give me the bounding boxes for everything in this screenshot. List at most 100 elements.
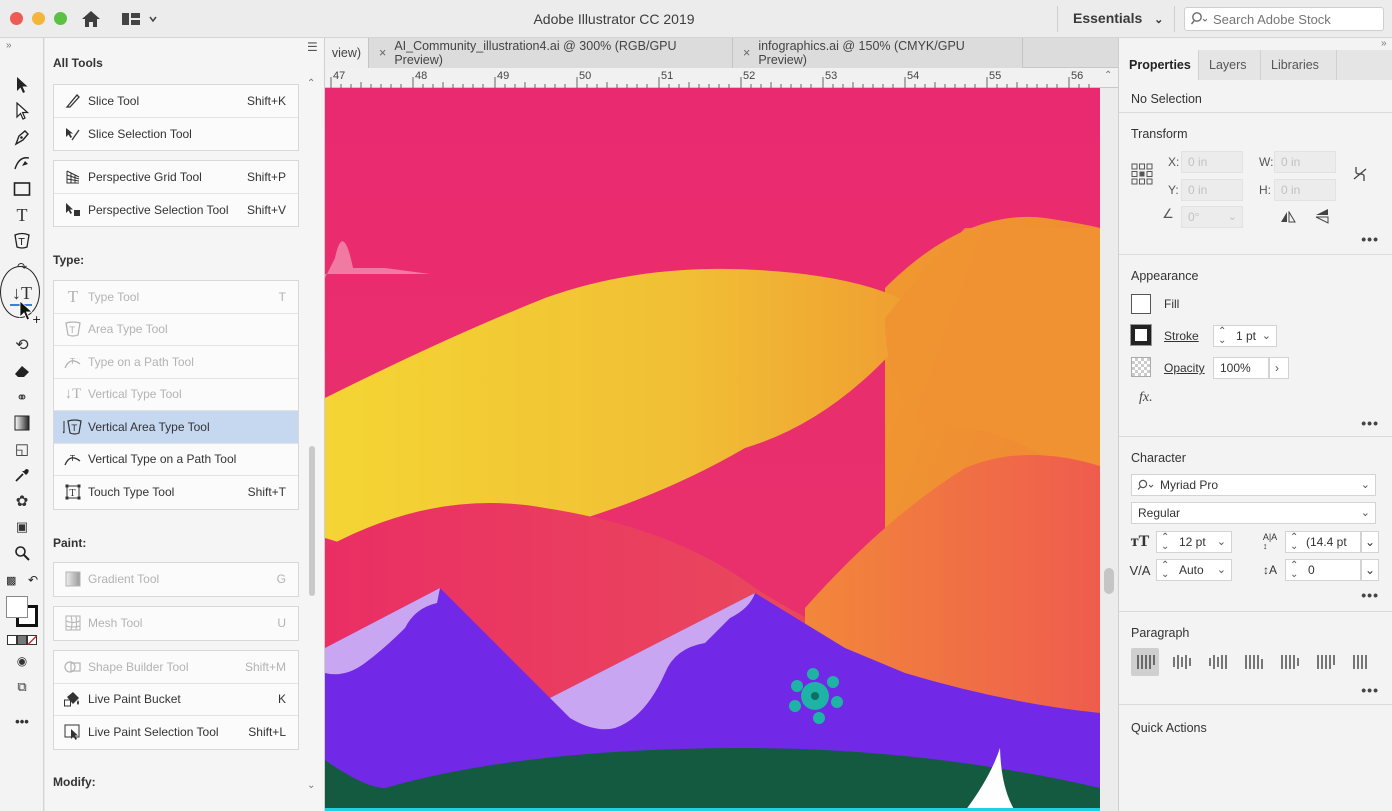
chevron-down-icon[interactable]: ⌄ xyxy=(1361,531,1379,553)
tool-row[interactable]: Slice Selection Tool xyxy=(54,118,298,151)
collapse-panel-icon[interactable]: » xyxy=(6,40,12,51)
pen-tool-icon[interactable] xyxy=(10,126,34,148)
zoom-tool-icon[interactable] xyxy=(10,542,34,564)
curvature-tool-icon[interactable] xyxy=(10,152,34,174)
w-field[interactable]: 0 in xyxy=(1274,151,1336,173)
tool-row[interactable]: Live Paint Selection Tool Shift+L xyxy=(54,716,298,749)
more-options-icon[interactable]: ••• xyxy=(1361,231,1379,247)
leading-field[interactable]: ⌃ ⌄ (14.4 pt xyxy=(1285,531,1361,553)
tool-row[interactable]: Slice Tool Shift+K xyxy=(54,85,298,118)
tool-row[interactable]: Perspective Selection Tool Shift+V xyxy=(54,194,298,227)
opacity-field[interactable]: 100% xyxy=(1213,357,1269,379)
close-tab-icon[interactable]: × xyxy=(379,46,386,60)
close-tab-icon[interactable]: × xyxy=(743,46,750,60)
tool-row[interactable]: T Area Type Tool xyxy=(54,314,298,346)
eyedropper-tool-icon[interactable] xyxy=(10,464,34,486)
eraser-tool-icon[interactable] xyxy=(10,360,34,382)
canvas-vertical-scrollbar[interactable] xyxy=(1100,88,1118,811)
tool-row[interactable]: Mesh Tool U xyxy=(54,607,298,640)
opacity-label[interactable]: Opacity xyxy=(1164,361,1205,375)
canvas-scroll-thumb[interactable] xyxy=(1104,568,1114,594)
opacity-icon[interactable] xyxy=(1131,357,1151,377)
font-size-field[interactable]: ⌃ ⌄ 12 pt ⌄ xyxy=(1156,531,1232,553)
effects-icon[interactable]: fx. xyxy=(1139,390,1153,406)
tool-row[interactable]: ↓T Vertical Type Tool xyxy=(54,379,298,411)
drawer-menu-icon[interactable]: ☰ xyxy=(307,40,318,54)
chevron-right-icon[interactable]: › xyxy=(1269,357,1289,379)
screen-mode-icon[interactable]: ⧉ xyxy=(10,676,34,698)
document-tab[interactable]: × infographics.ai @ 150% (CMYK/GPU Previ… xyxy=(733,38,1023,68)
selection-tool-icon[interactable] xyxy=(10,74,34,96)
tool-row[interactable]: Gradient Tool G xyxy=(54,563,298,596)
more-options-icon[interactable]: ••• xyxy=(1361,587,1379,603)
default-colors-icon[interactable]: ▩ xyxy=(6,574,16,587)
tab-label: infographics.ai @ 150% (CMYK/GPU Preview… xyxy=(758,39,965,67)
tab-libraries[interactable]: Libraries xyxy=(1261,50,1337,80)
more-options-icon[interactable]: ••• xyxy=(1361,415,1379,431)
edit-toolbar-icon[interactable]: ••• xyxy=(10,710,34,732)
font-style-select[interactable]: Regular ⌄ xyxy=(1131,502,1376,524)
search-input[interactable] xyxy=(1213,11,1373,27)
scroll-up-icon[interactable]: ⌃ xyxy=(1104,70,1112,81)
stepper-icon[interactable]: ⌃ ⌄ xyxy=(1290,561,1298,580)
reference-point-icon[interactable] xyxy=(1131,163,1153,188)
direct-selection-tool-icon[interactable] xyxy=(10,100,34,122)
free-transform-tool-icon[interactable]: ◱ xyxy=(10,438,34,460)
font-family-select[interactable]: Myriad Pro ⌄ xyxy=(1131,474,1376,496)
type-section-label: Type: xyxy=(53,253,85,267)
stroke-swatch[interactable] xyxy=(1130,324,1152,346)
kerning-field[interactable]: ⌃ ⌄ Auto ⌄ xyxy=(1156,559,1232,581)
tool-row[interactable]: T Vertical Type on a Path Tool xyxy=(54,444,298,476)
rotate-tool-icon[interactable]: ⟲ xyxy=(10,334,34,356)
stepper-icon[interactable]: ⌃ ⌄ xyxy=(1290,533,1298,552)
stroke-weight-field[interactable]: ⌃ ⌄ 1 pt ⌄ xyxy=(1213,325,1277,347)
warp-tool-icon[interactable]: ⚭ xyxy=(10,386,34,408)
collapse-panel-icon[interactable]: » xyxy=(1381,38,1387,49)
scroll-down-icon[interactable]: ⌄ xyxy=(307,780,315,791)
area-type-tool-icon[interactable]: T xyxy=(10,230,34,252)
stroke-label[interactable]: Stroke xyxy=(1164,329,1199,343)
tool-row[interactable]: T Type Tool T xyxy=(54,281,298,314)
tab-layers[interactable]: Layers xyxy=(1199,50,1261,80)
tool-row[interactable]: T Type on a Path Tool xyxy=(54,346,298,379)
cursor-icon: + xyxy=(18,300,41,327)
drawer-scroll-thumb[interactable] xyxy=(309,446,315,596)
flip-horizontal-icon[interactable] xyxy=(1279,208,1297,226)
constrain-proportions-icon[interactable] xyxy=(1349,163,1371,185)
draw-mode-icon[interactable]: ◉ xyxy=(10,650,34,672)
symbol-sprayer-icon[interactable]: ▣ xyxy=(10,516,34,538)
swap-colors-icon[interactable]: ↶ xyxy=(28,573,38,587)
tab-properties[interactable]: Properties xyxy=(1119,50,1199,80)
x-field[interactable]: 0 in xyxy=(1181,151,1243,173)
chevron-down-icon[interactable]: ⌄ xyxy=(1361,559,1379,581)
tool-row[interactable]: Shape Builder Tool Shift+M xyxy=(54,651,298,684)
color-mode-icons[interactable] xyxy=(7,634,37,645)
tool-row[interactable]: T Touch Type Tool Shift+T xyxy=(54,476,298,509)
stepper-icon[interactable]: ⌃ ⌄ xyxy=(1161,561,1169,580)
stepper-icon[interactable]: ⌃ ⌄ xyxy=(1218,327,1226,346)
drawer-scrollbar[interactable] xyxy=(307,78,317,798)
ruler-number: 53 xyxy=(825,70,838,82)
tool-row[interactable]: Perspective Grid Tool Shift+P xyxy=(54,161,298,194)
more-options-icon[interactable]: ••• xyxy=(1361,682,1379,698)
blend-tool-icon[interactable]: ✿ xyxy=(10,490,34,512)
stepper-icon[interactable]: ⌃ ⌄ xyxy=(1161,533,1169,552)
stock-search-box[interactable] xyxy=(1184,7,1384,31)
fill-color-swatch[interactable] xyxy=(6,596,28,618)
y-field[interactable]: 0 in xyxy=(1181,179,1243,201)
document-tab[interactable]: × AI_Community_illustration4.ai @ 300% (… xyxy=(369,38,733,68)
tool-row-selected[interactable]: T Vertical Area Type Tool xyxy=(54,411,298,444)
fill-swatch[interactable] xyxy=(1131,294,1151,314)
scroll-up-icon[interactable]: ⌃ xyxy=(307,78,315,89)
document-tab-active[interactable]: view) xyxy=(325,38,369,68)
flip-vertical-icon[interactable] xyxy=(1313,207,1331,225)
tool-row[interactable]: Live Paint Bucket K xyxy=(54,684,298,716)
gradient-tool-icon[interactable] xyxy=(10,412,34,434)
h-field[interactable]: 0 in xyxy=(1274,179,1336,201)
type-tool-icon[interactable]: T xyxy=(10,204,34,226)
rotate-field[interactable]: 0° ⌄ xyxy=(1181,206,1243,228)
artboard-illustration[interactable] xyxy=(325,88,1100,811)
workspace-switcher[interactable]: Essentials ⌄ xyxy=(1073,10,1163,26)
tracking-field[interactable]: ⌃ ⌄ 0 xyxy=(1285,559,1361,581)
rectangle-tool-icon[interactable] xyxy=(10,178,34,200)
